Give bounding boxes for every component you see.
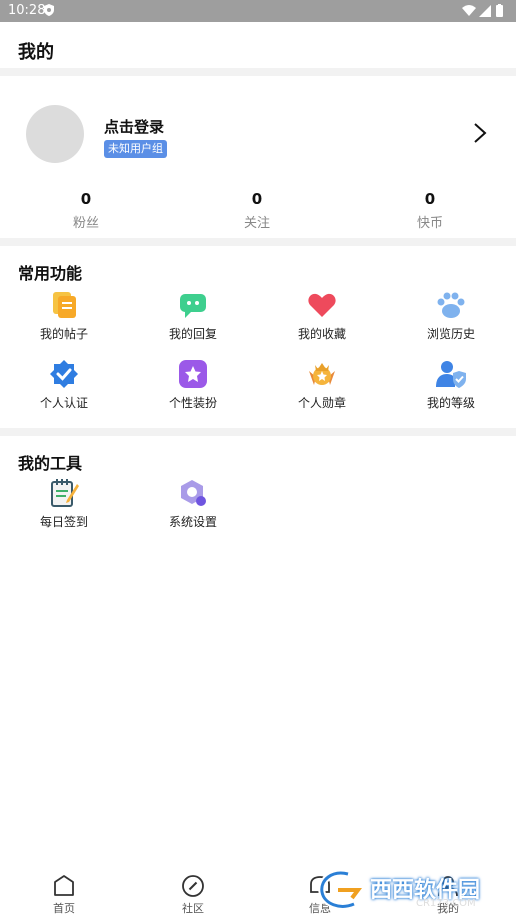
stat-following[interactable]: 0 关注 [217,190,297,231]
tab-label: 社区 [182,902,204,915]
chevron-right-icon[interactable] [472,122,488,144]
stat-fans[interactable]: 0 粉丝 [46,190,126,231]
feature-browse-history[interactable]: 浏览历史 [401,290,501,342]
feature-my-level[interactable]: 我的等级 [401,359,501,411]
divider [0,68,516,76]
profile-card[interactable]: 点击登录 未知用户组 0 粉丝 0 关注 0 快币 [0,76,516,238]
feature-label: 我的等级 [426,396,475,410]
checkin-notepad-icon [51,479,79,507]
stat-label: 快币 [416,216,443,231]
feature-my-posts[interactable]: 我的帖子 [14,290,114,342]
user-group-badge: 未知用户组 [104,140,167,158]
feature-dress-up[interactable]: 个性装扮 [143,359,243,411]
dressup-icon [179,360,207,388]
medal-icon [309,363,335,385]
tool-label: 系统设置 [168,515,217,529]
feature-label: 个人勋章 [297,396,346,410]
feature-my-replies[interactable]: 我的回复 [143,290,243,342]
status-bar: 10:28 [0,0,516,22]
feature-label: 个性装扮 [168,396,217,410]
user-level-icon [436,361,466,388]
status-time: 10:28 [8,3,46,18]
stat-value: 0 [251,190,263,208]
feature-label: 我的回复 [168,327,217,341]
watermark-logo: 西西软件园 CR173.COM [318,864,498,916]
posts-icon [53,292,76,318]
tab-community[interactable]: 社区 [163,874,223,916]
feature-label: 个人认证 [39,396,88,410]
feature-label: 我的收藏 [297,327,346,341]
feature-personal-medal[interactable]: 个人勋章 [272,359,372,411]
page-title: 我的 [18,42,54,63]
shield-icon [44,4,54,16]
section-title: 我的工具 [18,454,83,473]
avatar[interactable] [26,105,84,163]
chat-bubble-icon [180,294,206,318]
system-status-icons [462,4,503,17]
feature-personal-verification[interactable]: 个人认证 [14,359,114,411]
divider [0,428,516,436]
stat-coins[interactable]: 0 快币 [390,190,470,231]
verified-badge-icon [50,360,78,388]
login-link[interactable]: 点击登录 [104,116,164,137]
paw-icon [437,292,465,318]
tool-daily-checkin[interactable]: 每日签到 [14,478,114,530]
stat-label: 关注 [243,216,270,231]
stat-value: 0 [80,190,92,208]
stat-value: 0 [424,190,436,208]
feature-label: 浏览历史 [426,327,475,341]
heart-icon [308,293,336,317]
watermark-mark-icon [318,869,362,910]
tool-label: 每日签到 [39,515,88,529]
watermark-subtext: CR173.COM [416,898,476,909]
home-icon [54,875,74,896]
tool-system-settings[interactable]: 系统设置 [143,478,243,530]
settings-hexagon-icon [181,480,206,506]
stat-label: 粉丝 [72,216,99,231]
my-tools-section: 我的工具 每日签到 系统设置 [0,436,516,868]
feature-label: 我的帖子 [39,327,88,341]
app-bar: 我的 [0,22,516,68]
tab-home[interactable]: 首页 [34,874,94,916]
compass-icon [182,875,204,897]
divider [0,238,516,246]
section-title: 常用功能 [18,264,83,283]
common-features-section: 常用功能 我的帖子 我的回复 我的收藏 浏览历史 个人认证 个性装扮 个人勋章 … [0,246,516,428]
tab-label: 首页 [53,902,75,915]
feature-my-favorites[interactable]: 我的收藏 [272,290,372,342]
